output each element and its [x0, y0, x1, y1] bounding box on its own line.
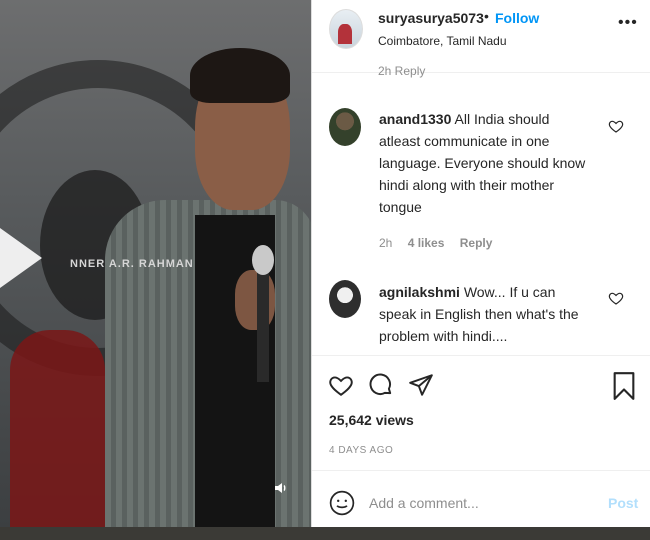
avatar[interactable]	[329, 9, 363, 49]
post-location[interactable]: Coimbatore, Tamil Nadu	[378, 34, 507, 48]
comment-body: anand1330 All India should atleast commu…	[379, 108, 594, 218]
banner-text: NNER A.R. RAHMAN	[70, 258, 194, 270]
play-icon[interactable]	[0, 228, 42, 288]
avatar[interactable]	[329, 280, 361, 318]
speaker-hand	[235, 270, 275, 330]
heart-icon[interactable]	[608, 118, 624, 134]
comment-username[interactable]: agnilakshmi	[379, 284, 460, 300]
comment-input[interactable]: Add a comment...	[369, 495, 479, 511]
author-username[interactable]: suryasurya5073	[378, 10, 484, 26]
emoji-icon[interactable]	[329, 490, 355, 516]
comment-likes[interactable]: 4 likes	[408, 236, 445, 250]
heart-icon[interactable]	[328, 372, 354, 398]
separator-dot: •	[484, 8, 489, 24]
more-icon[interactable]: •••	[618, 14, 638, 32]
bookmark-icon[interactable]	[612, 372, 636, 400]
follow-button[interactable]: Follow	[495, 10, 539, 26]
share-icon[interactable]	[408, 372, 434, 398]
speaker-hair	[190, 48, 290, 103]
post-button[interactable]: Post	[608, 495, 638, 511]
background-poster	[10, 330, 105, 527]
microphone-handle	[257, 272, 269, 382]
reply-button[interactable]: Reply	[460, 236, 493, 250]
bottom-strip	[0, 527, 650, 540]
heart-icon[interactable]	[608, 290, 624, 306]
view-count[interactable]: 25,642 views	[329, 412, 414, 428]
comment-username[interactable]: anand1330	[379, 111, 451, 127]
comment-meta: 2h 4 likes Reply	[379, 236, 504, 250]
post-timestamp: 4 DAYS AGO	[329, 445, 394, 456]
post-header: suryasurya5073 • Follow Coimbatore, Tami…	[312, 0, 650, 78]
post-panel: suryasurya5073 • Follow Coimbatore, Tami…	[311, 0, 650, 527]
comment-composer: Add a comment... Post	[312, 470, 650, 528]
comment-icon[interactable]	[368, 372, 394, 398]
microphone	[252, 245, 274, 275]
comment-body: agnilakshmi Wow... If u can speak in Eng…	[379, 281, 594, 347]
video-player[interactable]: NNER A.R. RAHMAN	[0, 0, 311, 527]
avatar[interactable]	[329, 108, 361, 146]
comment-time: 2h	[379, 236, 393, 250]
partial-comment-meta: 2h Reply	[378, 64, 426, 78]
volume-icon[interactable]	[268, 480, 294, 502]
post-actions: 25,642 views 4 DAYS AGO	[312, 355, 650, 471]
